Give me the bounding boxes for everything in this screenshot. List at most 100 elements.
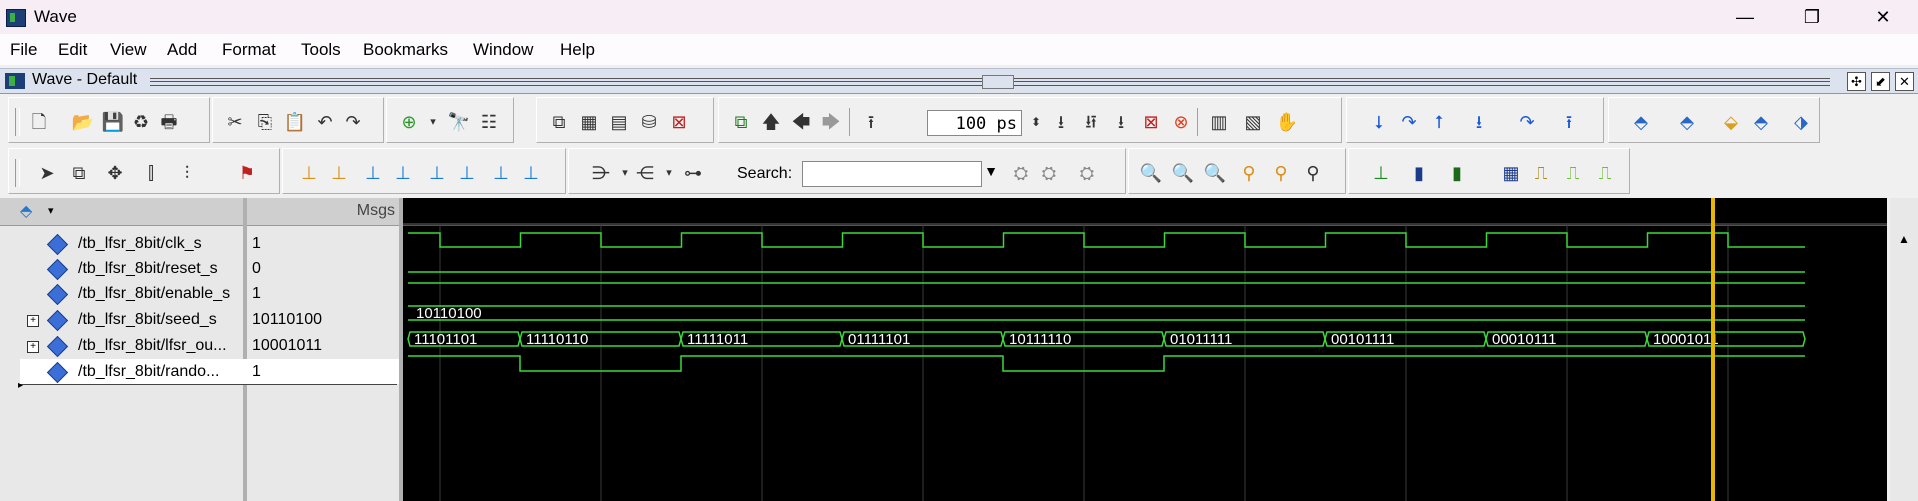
zoom-in-icon[interactable]: 🔍 (1139, 161, 1163, 185)
step-icon[interactable]: ⭣ (1367, 110, 1391, 134)
format-icon[interactable]: ☷ (477, 110, 501, 134)
collapse-time-icon[interactable]: ⋲ (633, 161, 657, 185)
expand-plus-icon[interactable]: + (27, 341, 39, 353)
split-mode-icon[interactable]: ⫶ (175, 161, 199, 185)
cursor-lock-icon[interactable]: ▮ (1445, 161, 1469, 185)
break-sim-icon[interactable]: ⊠ (1139, 110, 1163, 134)
add-icon[interactable]: ⊕ (397, 110, 421, 134)
zoom-out-icon[interactable]: 🔍 (1171, 161, 1195, 185)
bookmark-goto-icon[interactable]: ⬘ (1749, 110, 1773, 134)
menu-edit[interactable]: Edit (58, 40, 87, 60)
edge-fall-icon[interactable]: ⊥ (327, 161, 351, 185)
stop-icon[interactable]: ⊗ (1169, 110, 1193, 134)
bookmark-next-icon[interactable]: ⬗ (1789, 110, 1813, 134)
menu-help[interactable]: Help (560, 40, 595, 60)
run-all-icon[interactable]: ⭳ (1109, 110, 1133, 134)
menu-file[interactable]: File (10, 40, 37, 60)
wave-compare-icon[interactable]: ▦ (577, 110, 601, 134)
undock-icon[interactable]: ⬋ (1871, 72, 1890, 91)
maximize-button[interactable]: ❐ (1783, 0, 1841, 34)
zoom-mode-icon[interactable]: ⧉ (67, 161, 91, 185)
insert-cursor-icon[interactable]: ⊥ (1369, 161, 1393, 185)
find-icon[interactable]: 🔭 (447, 110, 471, 134)
zoom-cursor-icon[interactable]: ⚲ (1237, 161, 1261, 185)
search-options-icon[interactable]: ⛭ (1075, 161, 1099, 185)
restart-icon[interactable]: ⧉ (729, 110, 753, 134)
menu-window[interactable]: Window (473, 40, 533, 60)
add-dropdown-icon[interactable]: ▾ (421, 110, 445, 134)
left-arrow-icon[interactable]: 🡄 (789, 110, 813, 134)
toolbar-grip[interactable] (15, 159, 20, 187)
next-edge-icon[interactable]: ⊥ (391, 161, 415, 185)
prev-change-icon[interactable]: ⊥ (489, 161, 513, 185)
delete-cursor-icon[interactable]: ▮ (1407, 161, 1431, 185)
menu-tools[interactable]: Tools (301, 40, 341, 60)
close-button[interactable]: ✕ (1854, 0, 1912, 34)
waveform-canvas[interactable]: 10110100 11101101 11110110 11111011 01111101… (403, 198, 1887, 501)
run-icon[interactable]: ⭳ (1049, 110, 1073, 134)
toolbar-grip[interactable] (15, 108, 20, 136)
signal-row-clk[interactable]: /tb_lfsr_8bit/clk_s (0, 231, 243, 256)
signal-row-lfsr-out[interactable]: + /tb_lfsr_8bit/lfsr_ou... (0, 333, 243, 358)
next-change-icon[interactable]: ⊥ (519, 161, 543, 185)
zoom-cursors-icon[interactable]: ⚲ (1269, 161, 1293, 185)
prev-transition-icon[interactable]: ⊥ (425, 161, 449, 185)
signal-icon[interactable]: ⚑ (235, 161, 259, 185)
hand-icon[interactable]: ✋ (1275, 110, 1299, 134)
print-icon[interactable]: 🖶 (157, 110, 181, 134)
select-mode-icon[interactable]: ➤ (35, 161, 59, 185)
run-length-field[interactable]: 100 ps (927, 110, 1022, 136)
up-arrow-icon[interactable]: 🡅 (759, 110, 783, 134)
break-icon[interactable]: ⊠ (667, 110, 691, 134)
dataflow-icon[interactable]: ▤ (607, 110, 631, 134)
new-file-icon[interactable]: 🗋 (27, 110, 51, 134)
reload-icon[interactable]: ♻ (129, 110, 153, 134)
wave-tools-icon[interactable]: ⬘ (20, 201, 40, 220)
search-prev-icon[interactable]: ⛭ (1009, 161, 1033, 185)
signal-row-enable[interactable]: /tb_lfsr_8bit/enable_s (0, 281, 243, 306)
step-back-icon[interactable]: ⭱ (1557, 110, 1581, 134)
search-next-icon[interactable]: ⛭ (1037, 161, 1061, 185)
right-arrow-icon[interactable]: 🡆 (819, 110, 843, 134)
copy-icon[interactable]: ⎘ (253, 110, 277, 134)
redo-icon[interactable]: ↷ (341, 110, 365, 134)
menu-view[interactable]: View (110, 40, 147, 60)
search-input[interactable] (802, 161, 982, 187)
delta-icon[interactable]: ⊶ (681, 161, 705, 185)
bookmark-add-icon[interactable]: ⬘ (1629, 110, 1653, 134)
continue-icon[interactable]: ⭿ (1079, 110, 1103, 134)
open-folder-icon[interactable]: 📂 (71, 110, 95, 134)
menu-add[interactable]: Add (167, 40, 197, 60)
undo-icon[interactable]: ↶ (313, 110, 337, 134)
zoom-range-icon[interactable]: ⚲ (1301, 161, 1325, 185)
step-over-icon[interactable]: ↷ (1397, 110, 1421, 134)
cut-icon[interactable]: ✂ (223, 110, 247, 134)
dense-icon[interactable]: ▦ (1499, 161, 1523, 185)
pane-close-icon[interactable]: ✕ (1895, 72, 1914, 91)
collapse-dropdown-icon[interactable]: ▾ (657, 161, 681, 185)
menu-bookmarks[interactable]: Bookmarks (363, 40, 448, 60)
step-out-icon[interactable]: ⭡ (1427, 110, 1451, 134)
bookmark-edit-icon[interactable]: ⬙ (1719, 110, 1743, 134)
fall-wave-icon[interactable]: ⎍ (1593, 161, 1617, 185)
step-over-all-icon[interactable]: ↷ (1515, 110, 1539, 134)
step-wave-icon[interactable]: ⎍ (1529, 161, 1553, 185)
source-zoom-icon[interactable]: ▧ (1241, 110, 1265, 134)
zoom-pane-icon[interactable]: ✣ (1847, 72, 1866, 91)
scroll-up-icon[interactable]: ▲ (1894, 232, 1914, 252)
run-length-spinner[interactable]: ⬍ (1024, 110, 1048, 134)
next-transition-icon[interactable]: ⊥ (455, 161, 479, 185)
run-length-icon[interactable]: ⭱ (859, 110, 883, 134)
cursor-line[interactable] (1711, 198, 1715, 501)
compile-icon[interactable]: ⧉ (547, 110, 571, 134)
rise-wave-icon[interactable]: ⎍ (1561, 161, 1585, 185)
bookmark-remove-icon[interactable]: ⬘ (1675, 110, 1699, 134)
search-dropdown-icon[interactable]: ▼ (980, 163, 1002, 185)
expand-plus-icon[interactable]: + (27, 315, 39, 327)
minimize-button[interactable]: — (1716, 0, 1774, 34)
memory-icon[interactable]: ⛁ (637, 110, 661, 134)
prev-edge-icon[interactable]: ⊥ (361, 161, 385, 185)
menu-format[interactable]: Format (222, 40, 276, 60)
paste-icon[interactable]: 📋 (283, 110, 307, 134)
zoom-full-icon[interactable]: 🔍 (1203, 161, 1227, 185)
